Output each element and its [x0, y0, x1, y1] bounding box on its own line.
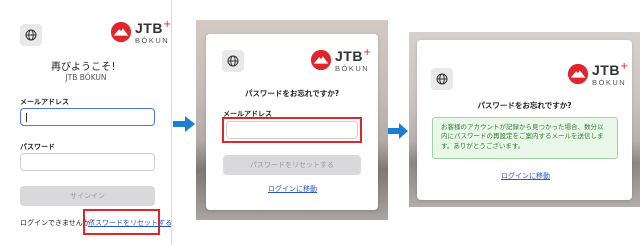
forgot-password-screen: JTB+ BÓKUN パスワードをお忘れですか? メールアドレス パスワードをリ…	[196, 20, 388, 220]
page-title: パスワードをお忘れですか?	[477, 101, 572, 110]
brand-bokun: BÓKUN	[592, 78, 627, 87]
password-label: パスワード	[20, 143, 55, 151]
brand-jtb: JTB	[135, 20, 163, 36]
page-title: パスワードをお忘れですか?	[244, 89, 340, 98]
brand-plus: +	[162, 19, 172, 30]
login-card: JTB+ BÓKUN 再びようこそ！ JTB BÓKUN メールアドレス パスワ…	[0, 0, 171, 245]
signin-button[interactable]: サインイン	[20, 186, 155, 206]
brand-jtb: JTB	[335, 48, 363, 64]
go-to-login-link[interactable]: ログインに移動	[501, 171, 550, 181]
language-button[interactable]	[20, 24, 42, 46]
text-caret	[26, 113, 27, 122]
page-title: 再びようこそ！	[51, 62, 121, 73]
brand-bokun: BÓKUN	[335, 64, 370, 73]
brand-logo: JTB+ BÓKUN	[110, 20, 171, 45]
reset-password-link[interactable]: パスワードをリセットする	[88, 218, 171, 228]
jtb-bokun-logo	[310, 50, 332, 71]
brand-bokun: BÓKUN	[135, 36, 170, 45]
email-field[interactable]	[226, 121, 358, 139]
brand-logo: JTB+ BÓKUN	[310, 48, 371, 73]
jtb-bokun-logo	[110, 22, 132, 43]
brand-jtb: JTB	[592, 62, 620, 78]
forgot-password-card: JTB+ BÓKUN パスワードをお忘れですか? メールアドレス パスワードをリ…	[206, 34, 378, 210]
reset-sent-card: JTB+ BÓKUN パスワードをお忘れですか? お客様のアカウントが記録から見…	[417, 40, 632, 200]
brand-plus: +	[619, 61, 629, 72]
language-button[interactable]	[431, 68, 453, 90]
go-to-login-link[interactable]: ログインに移動	[268, 184, 317, 194]
login-screen: JTB+ BÓKUN 再びようこそ！ JTB BÓKUN メールアドレス パスワ…	[0, 0, 172, 245]
reset-password-button[interactable]: パスワードをリセットする	[223, 155, 361, 175]
page-subtitle: JTB BÓKUN	[65, 73, 107, 82]
arrow-right-icon	[173, 116, 195, 132]
stage: JTB+ BÓKUN 再びようこそ！ JTB BÓKUN メールアドレス パスワ…	[0, 0, 640, 245]
password-field[interactable]	[20, 153, 155, 171]
reset-sent-screen: JTB+ BÓKUN パスワードをお忘れですか? お客様のアカウントが記録から見…	[409, 32, 640, 207]
language-button[interactable]	[222, 50, 244, 72]
success-notice: お客様のアカウントが記録から見つかった場合、数分以内にパスワードの再設定をご案内…	[432, 117, 618, 159]
email-field[interactable]	[20, 108, 155, 126]
jtb-bokun-logo	[567, 64, 589, 85]
globe-icon	[436, 73, 448, 85]
brand-plus: +	[362, 47, 372, 58]
globe-icon	[227, 55, 239, 67]
email-label: メールアドレス	[20, 98, 69, 106]
globe-icon	[25, 29, 37, 41]
brand-logo: JTB+ BÓKUN	[567, 62, 628, 87]
arrow-right-icon	[388, 123, 408, 139]
